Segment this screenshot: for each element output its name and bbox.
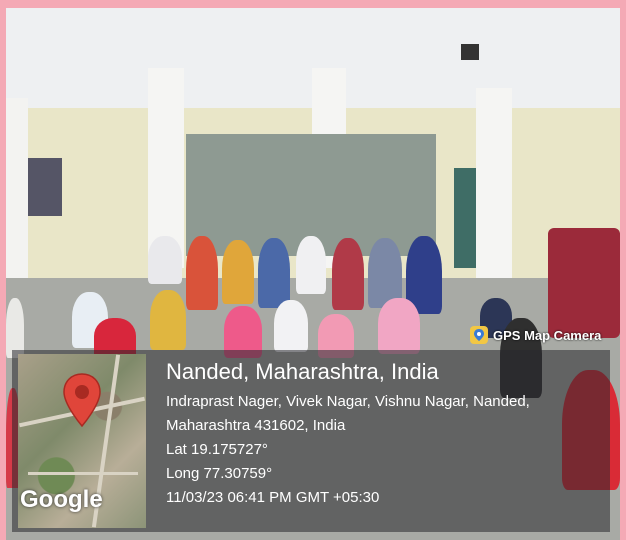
person xyxy=(296,236,326,294)
location-info: Nanded, Maharashtra, India Indraprast Na… xyxy=(166,358,530,510)
window xyxy=(28,158,62,216)
gps-map-camera-icon xyxy=(470,326,488,344)
pillar xyxy=(476,88,512,278)
person xyxy=(222,240,254,304)
gps-map-camera-badge: GPS Map Camera xyxy=(470,322,612,348)
map-road xyxy=(28,472,138,475)
light-fixture xyxy=(461,44,479,60)
latitude: Lat 19.175727° xyxy=(166,441,268,458)
person xyxy=(274,300,308,352)
person xyxy=(150,290,186,350)
person xyxy=(6,298,24,358)
map-thumbnail: Google xyxy=(18,354,146,528)
address-line: Maharashtra 431602, India xyxy=(166,417,346,434)
google-logo: Google xyxy=(20,486,103,513)
city-line: Nanded, Maharashtra, India xyxy=(166,359,439,384)
date-time: 11/03/23 06:41 PM GMT +05:30 xyxy=(166,489,380,506)
person xyxy=(148,236,182,284)
person xyxy=(332,238,364,310)
door xyxy=(454,168,476,268)
pillar xyxy=(6,98,28,288)
longitude: Long 77.30759° xyxy=(166,465,273,482)
person xyxy=(258,238,290,308)
badge-label: GPS Map Camera xyxy=(493,327,602,343)
person xyxy=(186,236,218,310)
map-pin-icon xyxy=(63,373,101,428)
address-line: Indraprast Nager, Vivek Nagar, Vishnu Na… xyxy=(166,393,530,410)
person xyxy=(378,298,420,354)
